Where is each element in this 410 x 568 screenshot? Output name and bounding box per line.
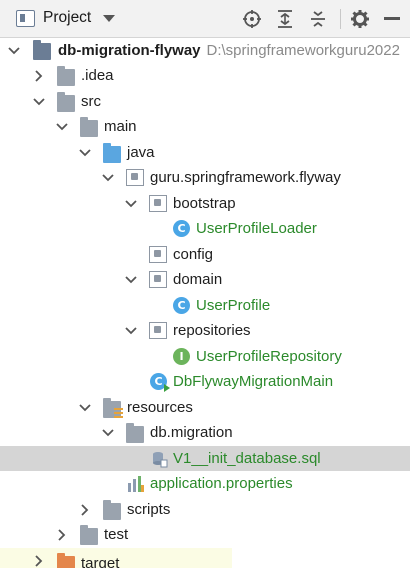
expanded-arrow-icon[interactable]: [123, 267, 139, 292]
user-profile-label: UserProfile: [196, 297, 271, 314]
expand-all-icon[interactable]: [274, 8, 296, 30]
tree-item-scripts[interactable]: scripts: [0, 497, 410, 522]
expanded-arrow-icon[interactable]: [6, 38, 22, 63]
scripts-label: scripts: [127, 501, 171, 518]
source-folder-icon: [103, 143, 121, 163]
java-label: java: [127, 144, 155, 161]
excluded-folder-icon: [57, 553, 75, 568]
folder-icon: [57, 92, 75, 112]
tree-item-db-migration[interactable]: db.migration: [0, 420, 410, 445]
resources-label: resources: [127, 399, 193, 416]
interface-icon: I: [173, 348, 190, 365]
project-view-title[interactable]: Project: [43, 9, 91, 27]
folder-icon: [80, 525, 98, 545]
expanded-arrow-icon[interactable]: [123, 191, 139, 216]
tree-item-idea[interactable]: .idea: [0, 63, 410, 88]
tree-item-main[interactable]: main: [0, 114, 410, 139]
tree-item-user-profile-repository[interactable]: I UserProfileRepository: [0, 344, 410, 369]
folder-icon: [103, 500, 121, 520]
collapsed-arrow-icon[interactable]: [77, 497, 93, 522]
tree-item-config[interactable]: config: [0, 242, 410, 267]
root-path: D:\springframeworkguru2022: [206, 42, 400, 59]
test-label: test: [104, 526, 129, 543]
main-label: main: [104, 118, 137, 135]
expanded-arrow-icon[interactable]: [100, 420, 116, 445]
expanded-arrow-icon[interactable]: [77, 395, 93, 420]
class-icon: C: [173, 297, 190, 314]
tree-item-package[interactable]: guru.springframework.flyway: [0, 165, 410, 190]
project-tree: db-migration-flyway D:\springframeworkgur…: [0, 38, 410, 568]
config-label: config: [173, 246, 214, 263]
src-label: src: [81, 93, 101, 110]
tree-item-test[interactable]: test: [0, 522, 410, 547]
idea-label: .idea: [81, 67, 114, 84]
tree-item-application-properties[interactable]: application.properties: [0, 471, 410, 496]
resources-folder-icon: [103, 398, 123, 418]
tree-item-root[interactable]: db-migration-flyway D:\springframeworkgur…: [0, 38, 410, 63]
project-folder-icon: [33, 40, 51, 60]
root-label: db-migration-flyway D:\springframeworkgur…: [58, 42, 400, 59]
class-icon: C: [173, 220, 190, 237]
user-profile-repository-label: UserProfileRepository: [196, 348, 342, 365]
domain-label: domain: [173, 271, 223, 288]
repositories-label: repositories: [173, 322, 251, 339]
package-icon: [149, 322, 167, 339]
run-marker-icon: [164, 384, 170, 392]
package-icon: [149, 195, 167, 212]
folder-icon: [126, 423, 144, 443]
collapsed-arrow-icon[interactable]: [31, 548, 47, 568]
tree-item-sql-file[interactable]: V1__init_database.sql: [0, 446, 410, 471]
tree-item-user-profile-loader[interactable]: C UserProfileLoader: [0, 216, 410, 241]
sql-file-label: V1__init_database.sql: [173, 450, 321, 467]
expanded-arrow-icon[interactable]: [77, 140, 93, 165]
package-label: guru.springframework.flyway: [150, 169, 341, 186]
tree-item-repositories[interactable]: repositories: [0, 318, 410, 343]
tree-item-java[interactable]: java: [0, 140, 410, 165]
dropdown-icon[interactable]: [103, 15, 115, 22]
collapsed-arrow-icon[interactable]: [54, 522, 70, 547]
hide-icon[interactable]: [381, 8, 403, 30]
tree-item-user-profile[interactable]: C UserProfile: [0, 293, 410, 318]
tree-item-resources[interactable]: resources: [0, 395, 410, 420]
folder-icon: [57, 66, 75, 86]
project-view-icon: [16, 10, 35, 27]
target-label: target: [81, 555, 120, 568]
project-toolbar: Project: [0, 0, 410, 38]
tree-item-domain[interactable]: domain: [0, 267, 410, 292]
tree-item-bootstrap[interactable]: bootstrap: [0, 191, 410, 216]
locate-icon[interactable]: [241, 8, 263, 30]
package-icon: [126, 169, 144, 186]
db-migration-label: db.migration: [150, 424, 233, 441]
package-icon: [149, 246, 167, 263]
tree-item-main-class[interactable]: C DbFlywayMigrationMain: [0, 369, 410, 394]
collapsed-arrow-icon[interactable]: [31, 63, 47, 88]
tree-item-src[interactable]: src: [0, 89, 410, 114]
sql-file-icon: [150, 450, 168, 468]
expanded-arrow-icon[interactable]: [54, 114, 70, 139]
package-icon: [149, 271, 167, 288]
toolbar-divider: [340, 9, 341, 29]
bootstrap-label: bootstrap: [173, 195, 236, 212]
expanded-arrow-icon[interactable]: [31, 89, 47, 114]
application-properties-label: application.properties: [150, 475, 293, 492]
folder-icon: [80, 117, 98, 137]
expanded-arrow-icon[interactable]: [123, 318, 139, 343]
properties-file-icon: [127, 475, 145, 492]
main-class-label: DbFlywayMigrationMain: [173, 373, 334, 390]
collapse-all-icon[interactable]: [307, 8, 329, 30]
runnable-class-icon: C: [150, 373, 170, 392]
user-profile-loader-label: UserProfileLoader: [196, 220, 317, 237]
tree-item-target[interactable]: target: [0, 548, 232, 568]
expanded-arrow-icon[interactable]: [100, 165, 116, 190]
settings-icon[interactable]: [349, 8, 371, 30]
